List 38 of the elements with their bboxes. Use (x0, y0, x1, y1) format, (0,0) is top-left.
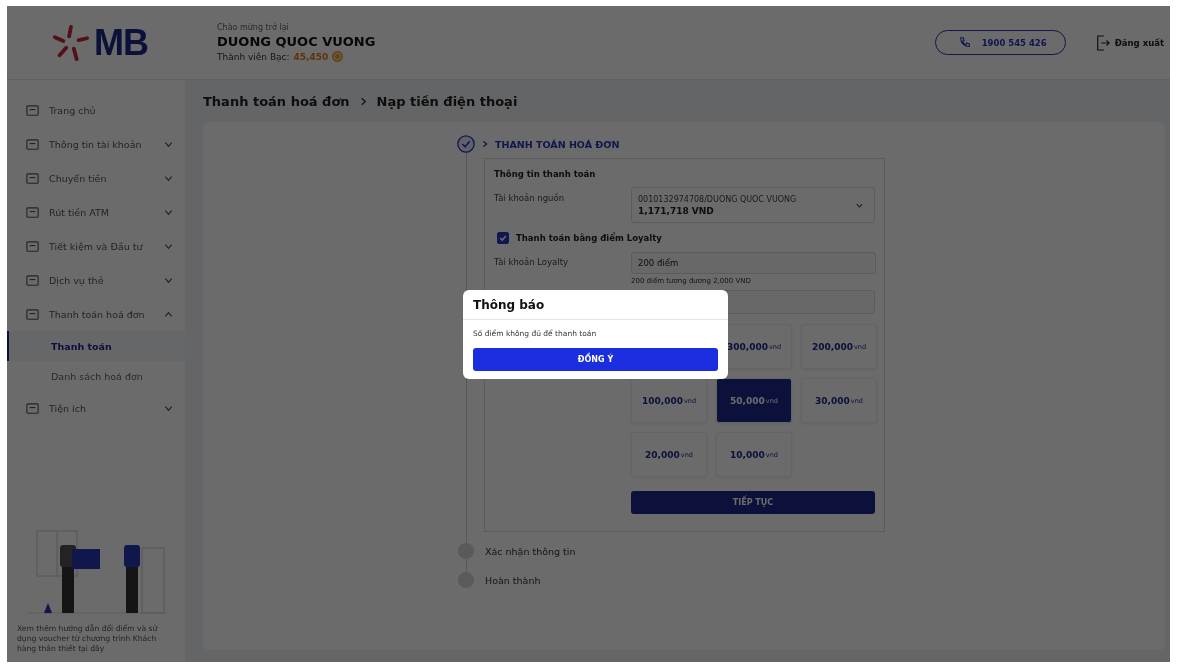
account-number: 0010132974708/DUONG QUOC VUONG (638, 194, 798, 204)
dialog-title: Thông báo (463, 290, 728, 320)
loyalty-field[interactable]: 200 điểm (631, 252, 876, 274)
hotline-button[interactable]: 1900 545 426 (934, 30, 1066, 55)
breadcrumb-item[interactable]: Thanh toán hoá đơn (203, 93, 350, 109)
chevron-right-icon (481, 140, 489, 148)
checkbox[interactable] (497, 232, 509, 244)
member-label: Thành viên Bạc: (217, 51, 290, 62)
account-balance: 1,171,718 VND (638, 205, 715, 216)
confirm-button[interactable]: ĐỒNG Ý (473, 348, 718, 371)
field-label: Tài khoản nguồn (494, 192, 566, 203)
sidebar-item[interactable]: Thông tin tài khoản (7, 127, 185, 161)
continue-button[interactable]: TIẾP TỤC (631, 491, 875, 514)
sidebar-item[interactable]: Chuyển tiền (7, 161, 185, 195)
phone-icon (957, 35, 972, 50)
coin-icon (332, 51, 344, 62)
submenu-item[interactable]: Thanh toán (7, 331, 185, 361)
sidebar-item[interactable]: Tiện ích (7, 391, 185, 425)
account-select[interactable]: 0010132974708/DUONG QUOC VUONG 1,171,718 VND (631, 187, 875, 223)
breadcrumb-item: Nạp tiền điện thoại (376, 93, 518, 109)
sidebar-item[interactable]: Tiết kiệm và Đầu tư (7, 229, 185, 263)
checkbox-label: Thanh toán bằng điểm Loyalty (516, 233, 662, 243)
sidebar-item[interactable]: Trang chủ (7, 93, 185, 127)
section-title: Thông tin thanh toán (494, 169, 597, 179)
step-label: THANH TOÁN HOÁ ĐƠN (495, 138, 620, 150)
logo-text: MB (94, 21, 148, 64)
sidebar-item[interactable]: Thanh toán hoá đơn (7, 297, 185, 331)
sidebar-item[interactable]: Rút tiền ATM (7, 195, 185, 229)
logout-link[interactable]: Đăng xuất (1095, 34, 1164, 51)
logout-icon (1095, 34, 1110, 51)
step-label: Xác nhận thông tin (485, 545, 576, 557)
user-name: DUONG QUOC VUONG (217, 34, 376, 49)
points-value: 45,450 (293, 51, 329, 62)
sidebar-item[interactable]: Dịch vụ thẻ (7, 263, 185, 297)
star-logo-icon (52, 23, 90, 62)
field-label: Tài khoản Loyalty (494, 256, 570, 267)
submenu-item[interactable]: Danh sách hoá đơn (7, 361, 185, 391)
step-label: Hoàn thành (485, 574, 541, 586)
